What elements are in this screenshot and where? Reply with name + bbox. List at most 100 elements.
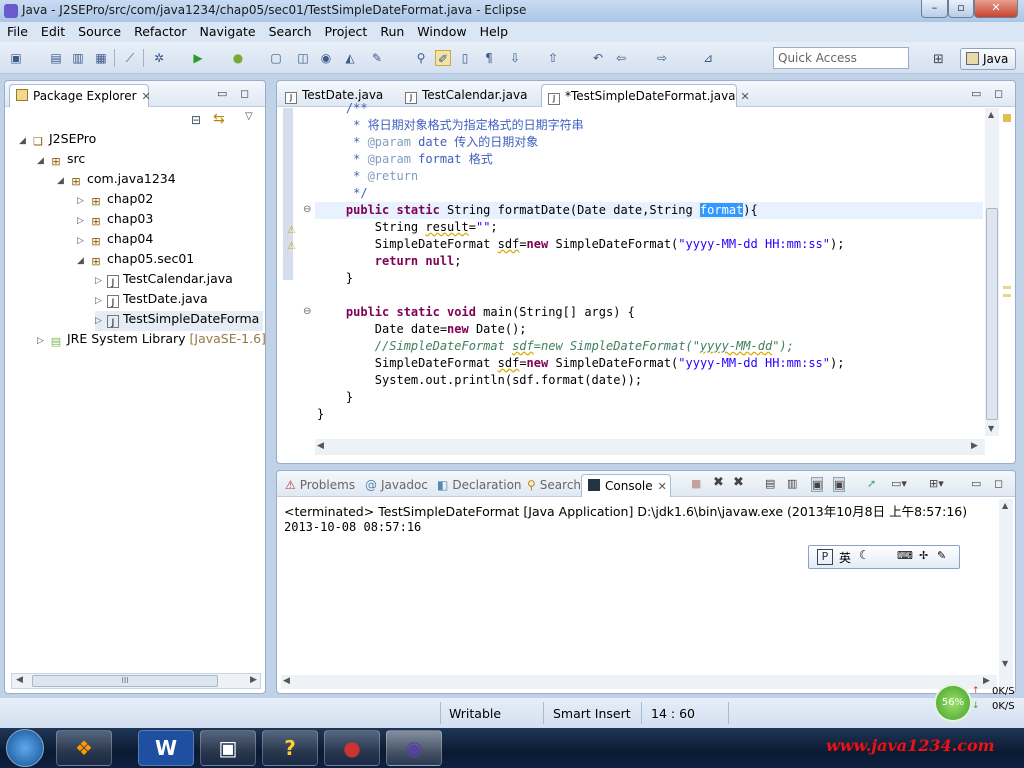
tree-item-chap03[interactable]: ▷ ⊞ chap03 xyxy=(77,211,153,231)
taskbar-word-icon[interactable]: W xyxy=(138,730,194,766)
link-with-editor-icon[interactable]: ⇆ xyxy=(213,111,225,127)
close-button[interactable]: ✕ xyxy=(974,0,1018,18)
taskbar-app-icon[interactable]: ❖ xyxy=(56,730,112,766)
fold-minus-icon[interactable]: ⊖ xyxy=(303,204,311,215)
next-annotation-icon[interactable]: ⇩ xyxy=(507,50,523,66)
maximize-view-icon[interactable]: ◻ xyxy=(994,477,1003,490)
quick-access-input[interactable]: Quick Access xyxy=(773,47,909,69)
menu-refactor[interactable]: Refactor xyxy=(127,22,192,39)
view-menu-icon[interactable]: ▽ xyxy=(245,111,253,122)
scroll-lock-icon[interactable]: ▥ xyxy=(787,477,797,490)
toggle-block-selection-icon[interactable]: ▯ xyxy=(457,50,473,66)
open-type-icon[interactable]: ◭ xyxy=(342,50,358,66)
tab-problems[interactable]: ⚠ Problems xyxy=(279,474,357,497)
start-button[interactable] xyxy=(6,729,44,767)
editor-horizontal-scrollbar[interactable]: ◀ ▶ xyxy=(315,439,985,455)
scrollbar-thumb[interactable]: III xyxy=(32,675,218,687)
tree-item-testcalendar[interactable]: ▷ J TestCalendar.java xyxy=(95,271,233,291)
taskbar-eclipse-icon[interactable]: ◉ xyxy=(386,730,442,766)
show-on-stdout-icon[interactable]: ▣ xyxy=(811,477,824,492)
new-class-icon[interactable]: ◉ xyxy=(318,50,334,66)
toggle-mark-occurrences-icon[interactable]: ✐ xyxy=(435,50,451,66)
search-icon[interactable]: ⚲ xyxy=(413,50,429,66)
soft-keyboard-icon[interactable]: ⌨ xyxy=(897,549,913,562)
last-edit-icon[interactable]: ↶ xyxy=(590,50,606,66)
remove-launch-icon[interactable]: ✖ xyxy=(713,475,724,490)
menu-window[interactable]: Window xyxy=(410,22,472,39)
open-task-icon[interactable]: ✎ xyxy=(369,50,385,66)
fold-minus-icon[interactable]: ⊖ xyxy=(303,306,311,317)
taskbar-recorder-icon[interactable]: ● xyxy=(324,730,380,766)
tree-item-jre[interactable]: ▷ ▤ JRE System Library [JavaSE-1.6] xyxy=(37,331,266,351)
show-whitespace-icon[interactable]: ¶ xyxy=(481,50,497,66)
pin-editor-icon[interactable]: ⊿ xyxy=(700,50,716,66)
tab-declaration[interactable]: ◧ Declaration xyxy=(431,474,527,497)
show-on-stderr-icon[interactable]: ▣ xyxy=(833,477,846,492)
tree-item-src[interactable]: ◢ ⊞ src xyxy=(37,151,85,171)
new-java-project-icon[interactable]: ▢ xyxy=(268,50,284,66)
new-package-icon[interactable]: ◫ xyxy=(295,50,311,66)
previous-annotation-icon[interactable]: ⇧ xyxy=(545,50,561,66)
open-perspective-icon[interactable]: ⊞ xyxy=(933,52,944,67)
menu-file[interactable]: File xyxy=(0,22,34,39)
menu-search[interactable]: Search xyxy=(262,22,318,39)
java-perspective-button[interactable]: Java xyxy=(960,48,1016,70)
ime-language-toggle[interactable]: 英 xyxy=(839,549,851,566)
code-area[interactable]: /** * 将日期对象格式为指定格式的日期字符串 * @param date 传… xyxy=(317,100,983,440)
console-vertical-scrollbar[interactable]: ▲ ▼ xyxy=(999,499,1013,689)
tab-search[interactable]: ⚲ Search xyxy=(521,474,583,497)
tab-javadoc[interactable]: @ Javadoc xyxy=(359,474,429,497)
tree-item-project[interactable]: ◢ ❏ J2SEPro xyxy=(19,131,96,151)
editor-vertical-scrollbar[interactable]: ▲ ▼ xyxy=(985,108,999,436)
menu-help[interactable]: Help xyxy=(473,22,515,39)
tree-item-chap02[interactable]: ▷ ⊞ chap02 xyxy=(77,191,153,211)
pin-console-icon[interactable]: ➚ xyxy=(867,477,876,490)
debug-icon[interactable]: ✲ xyxy=(151,50,167,66)
terminate-icon[interactable]: ■ xyxy=(691,477,701,490)
horizontal-scrollbar[interactable]: ◀ III ▶ xyxy=(11,673,261,689)
tree-item-package-root[interactable]: ◢ ⊞ com.java1234 xyxy=(57,171,176,191)
menu-source[interactable]: Source xyxy=(71,22,127,39)
tree-item-chap05-sec01[interactable]: ◢ ⊞ chap05.sec01 xyxy=(77,251,194,271)
tree-item-chap04[interactable]: ▷ ⊞ chap04 xyxy=(77,231,153,251)
taskbar-help-icon[interactable]: ? xyxy=(262,730,318,766)
back-icon[interactable]: ⇦ xyxy=(613,50,629,66)
minimize-view-icon[interactable]: ▭ xyxy=(971,477,981,490)
external-tools-icon[interactable]: ● xyxy=(230,50,246,66)
save-all-icon[interactable]: ▥ xyxy=(70,50,86,66)
ime-menu-icon[interactable]: ✢ xyxy=(919,549,928,562)
minimize-view-icon[interactable]: ▭ xyxy=(217,87,227,100)
display-console-icon[interactable]: ▭▾ xyxy=(891,477,907,490)
forward-icon[interactable]: ⇨ xyxy=(654,50,670,66)
minimize-view-icon[interactable]: ▭ xyxy=(971,87,981,100)
run-icon[interactable]: ▶ xyxy=(190,50,206,66)
maximize-button[interactable]: ▫ xyxy=(948,0,974,18)
tab-package-explorer[interactable]: Package Explorer ✕ xyxy=(9,84,151,107)
tab-console[interactable]: Console ✕ xyxy=(581,474,671,497)
open-console-icon[interactable]: ⊞▾ xyxy=(929,477,944,490)
close-icon[interactable]: ✕ xyxy=(658,480,667,493)
save-icon[interactable]: ▤ xyxy=(48,50,64,66)
skip-breakpoints-icon[interactable]: ⟋ xyxy=(122,50,138,66)
collapse-all-icon[interactable]: ⊟ xyxy=(191,113,201,127)
half-width-icon[interactable]: ☾ xyxy=(859,548,870,562)
console-horizontal-scrollbar[interactable]: ◀ ▶ xyxy=(281,675,997,689)
ime-logo-icon[interactable]: P xyxy=(817,549,833,565)
maximize-view-icon[interactable]: ◻ xyxy=(240,87,249,100)
overview-warning-icon[interactable] xyxy=(1003,114,1011,122)
menu-navigate[interactable]: Navigate xyxy=(193,22,262,39)
clear-console-icon[interactable]: ▤ xyxy=(765,477,775,490)
print-icon[interactable]: ▦ xyxy=(93,50,109,66)
scrollbar-thumb[interactable] xyxy=(986,208,998,420)
menu-run[interactable]: Run xyxy=(373,22,410,39)
tree-item-testdate[interactable]: ▷ J TestDate.java xyxy=(95,291,208,311)
minimize-button[interactable]: – xyxy=(921,0,948,18)
close-icon[interactable]: ✕ xyxy=(142,90,151,103)
remove-all-terminated-icon[interactable]: ✖ xyxy=(733,475,744,490)
menu-project[interactable]: Project xyxy=(318,22,374,39)
taskbar-console-icon[interactable]: ▣ xyxy=(200,730,256,766)
tree-item-testsimpledateformat[interactable]: ▷ J TestSimpleDateForma xyxy=(95,311,263,331)
ime-settings-icon[interactable]: ✎ xyxy=(937,549,946,562)
menu-edit[interactable]: Edit xyxy=(34,22,71,39)
maximize-view-icon[interactable]: ◻ xyxy=(994,87,1003,100)
